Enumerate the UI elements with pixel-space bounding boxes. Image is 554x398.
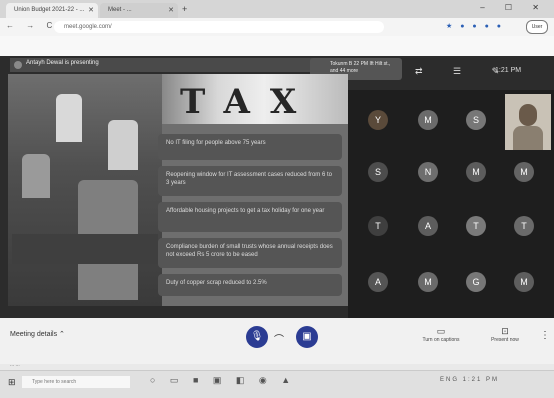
close-icon[interactable]: ✕ (88, 3, 94, 18)
participant-tile[interactable]: A (358, 262, 398, 302)
clock: 1:21 PM (495, 67, 522, 74)
new-tab-button[interactable]: + (182, 4, 187, 14)
captions-button[interactable]: ▭ Turn on captions (418, 326, 464, 343)
hang-up-icon[interactable]: ⌒ (274, 331, 284, 346)
participant-avatar: G (466, 272, 486, 292)
taskbar-search-input[interactable]: Type here to search (22, 376, 130, 388)
body-shape (513, 126, 543, 150)
participant-avatar: T (514, 216, 534, 236)
nav-buttons[interactable]: ← → C (6, 21, 57, 30)
extension-icons[interactable]: ★ ● ● ● ● (446, 22, 504, 30)
participant-tile[interactable]: S (456, 100, 496, 140)
participant-avatar: M (418, 272, 438, 292)
slide-bullet: No IT filing for people above 75 years (158, 134, 342, 160)
system-tray[interactable]: ENG 1:21 PM (440, 377, 499, 383)
participant-avatar: M (514, 162, 534, 182)
presentation-video (8, 74, 162, 306)
participant-tile[interactable]: M (408, 100, 448, 140)
chevron-up-icon: ⌃ (59, 331, 65, 338)
participant-avatar: N (418, 162, 438, 182)
slide-bullet: Compliance burden of small trusts whose … (158, 238, 342, 268)
meeting-details-label: Meeting details (10, 331, 58, 338)
desk-row (12, 234, 158, 264)
tab-label: Union Budget 2021-22 - ... (14, 7, 85, 13)
presenter-avatar-icon (14, 61, 22, 69)
meeting-details-button[interactable]: Meeting details ⌃ (10, 330, 65, 338)
participant-avatar: S (466, 110, 486, 130)
profile-button[interactable]: User (526, 20, 548, 34)
presenter-label: Antayh Dewal is presenting (26, 60, 99, 66)
participant-avatar: S (368, 162, 388, 182)
participant-tile[interactable]: G (456, 262, 496, 302)
captions-label: Turn on captions (422, 337, 460, 343)
camera-icon: ▣ (302, 331, 312, 342)
face-shape (519, 104, 537, 126)
participant-avatar: A (418, 216, 438, 236)
participant-avatar: M (418, 110, 438, 130)
mic-button[interactable]: 🎙 (246, 326, 268, 348)
meet-toolbar (0, 36, 554, 56)
participant-tile[interactable]: Y (358, 100, 398, 140)
participant-avatar: T (466, 216, 486, 236)
participant-tile[interactable]: N (408, 152, 448, 192)
close-icon[interactable]: ✕ (168, 3, 174, 18)
participant-tile[interactable]: S (358, 152, 398, 192)
participant-avatar: M (466, 162, 486, 182)
person-figure (56, 94, 82, 142)
captions-icon: ▭ (436, 326, 446, 336)
url-input[interactable]: meet.google.com/ (54, 21, 384, 33)
participant-avatar: A (368, 272, 388, 292)
camera-button[interactable]: ▣ (296, 326, 318, 348)
mic-icon: 🎙 (250, 331, 264, 342)
participant-tile[interactable]: A (408, 206, 448, 246)
participant-tile[interactable]: M (456, 152, 496, 192)
more-options-icon[interactable]: ⋮ (540, 330, 550, 341)
person-figure (22, 154, 50, 198)
status-line: ... ... (10, 362, 20, 368)
participant-avatar: T (368, 216, 388, 236)
participant-tile[interactable]: M (504, 262, 544, 302)
present-now-icon: ⊡ (501, 326, 509, 336)
slide-bullet: Affordable housing projects to get a tax… (158, 202, 342, 232)
window-controls[interactable]: – ☐ ✕ (480, 3, 548, 12)
slide-bullet: Reopening window for IT assessment cases… (158, 166, 342, 196)
person-figure (108, 120, 138, 170)
participant-tile[interactable]: T (456, 206, 496, 246)
participant-avatar: M (514, 272, 534, 292)
tab-budget[interactable]: Union Budget 2021-22 - ... ✕ (6, 3, 98, 18)
participant-avatar: Y (368, 110, 388, 130)
participant-tile[interactable]: T (358, 206, 398, 246)
participant-tile[interactable]: M (504, 152, 544, 192)
tab-label: Meet - ... (108, 7, 132, 13)
windows-start-icon[interactable]: ⊞ (8, 377, 16, 388)
tab-meet[interactable]: Meet - ... ✕ (100, 3, 178, 18)
participant-tile[interactable]: M (408, 262, 448, 302)
slide-title: TAX (180, 82, 317, 122)
present-now-button[interactable]: ⊡ Present now (482, 326, 528, 343)
participant-tile[interactable]: T (504, 206, 544, 246)
self-view-tile[interactable] (505, 94, 551, 150)
slide-bullet: Duty of copper scrap reduced to 2.5% (158, 274, 342, 296)
present-now-label: Present now (491, 337, 519, 343)
taskbar-app-icons[interactable]: ○ ▭ ■ ▣ ◧ ◉ ▲ (150, 375, 296, 386)
